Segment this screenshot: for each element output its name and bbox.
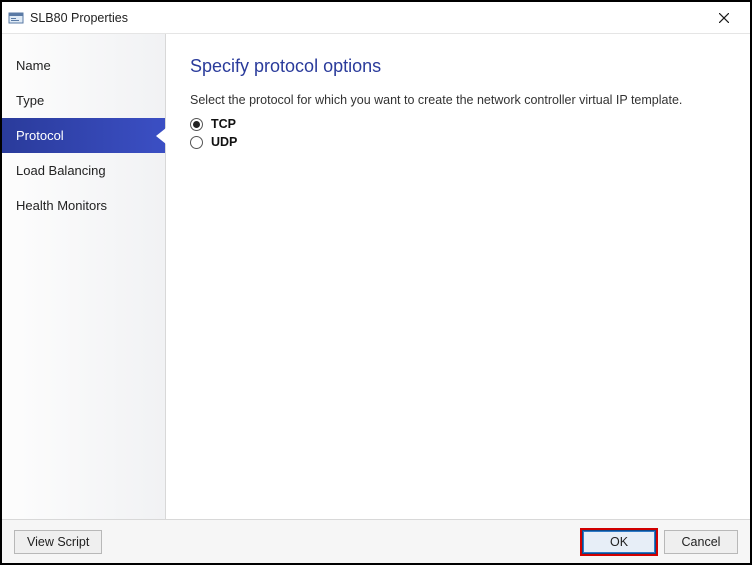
- page-heading: Specify protocol options: [190, 56, 722, 77]
- close-button[interactable]: [702, 4, 746, 32]
- sidebar-item-name[interactable]: Name: [2, 48, 165, 83]
- view-script-button[interactable]: View Script: [14, 530, 102, 554]
- sidebar-item-label: Type: [16, 93, 44, 108]
- ok-button[interactable]: OK: [582, 530, 656, 554]
- app-icon: [8, 10, 24, 26]
- footer: View Script OK Cancel: [2, 519, 750, 563]
- sidebar-item-label: Load Balancing: [16, 163, 106, 178]
- radio-icon: [190, 118, 203, 131]
- close-icon: [719, 13, 729, 23]
- window-title: SLB80 Properties: [30, 11, 702, 25]
- content-pane: Specify protocol options Select the prot…: [166, 34, 750, 519]
- radio-label: TCP: [211, 117, 236, 131]
- titlebar: SLB80 Properties: [2, 2, 750, 34]
- sidebar-item-load-balancing[interactable]: Load Balancing: [2, 153, 165, 188]
- radio-option-udp[interactable]: UDP: [190, 135, 722, 149]
- page-description: Select the protocol for which you want t…: [190, 93, 722, 107]
- dialog-body: Name Type Protocol Load Balancing Health…: [2, 34, 750, 519]
- dialog-window: SLB80 Properties Name Type Protocol Load…: [0, 0, 752, 565]
- radio-label: UDP: [211, 135, 237, 149]
- sidebar-item-label: Name: [16, 58, 51, 73]
- sidebar-item-type[interactable]: Type: [2, 83, 165, 118]
- sidebar-item-protocol[interactable]: Protocol: [2, 118, 165, 153]
- sidebar-item-label: Protocol: [16, 128, 64, 143]
- cancel-button[interactable]: Cancel: [664, 530, 738, 554]
- radio-option-tcp[interactable]: TCP: [190, 117, 722, 131]
- sidebar-item-label: Health Monitors: [16, 198, 107, 213]
- radio-icon: [190, 136, 203, 149]
- sidebar: Name Type Protocol Load Balancing Health…: [2, 34, 166, 519]
- sidebar-item-health-monitors[interactable]: Health Monitors: [2, 188, 165, 223]
